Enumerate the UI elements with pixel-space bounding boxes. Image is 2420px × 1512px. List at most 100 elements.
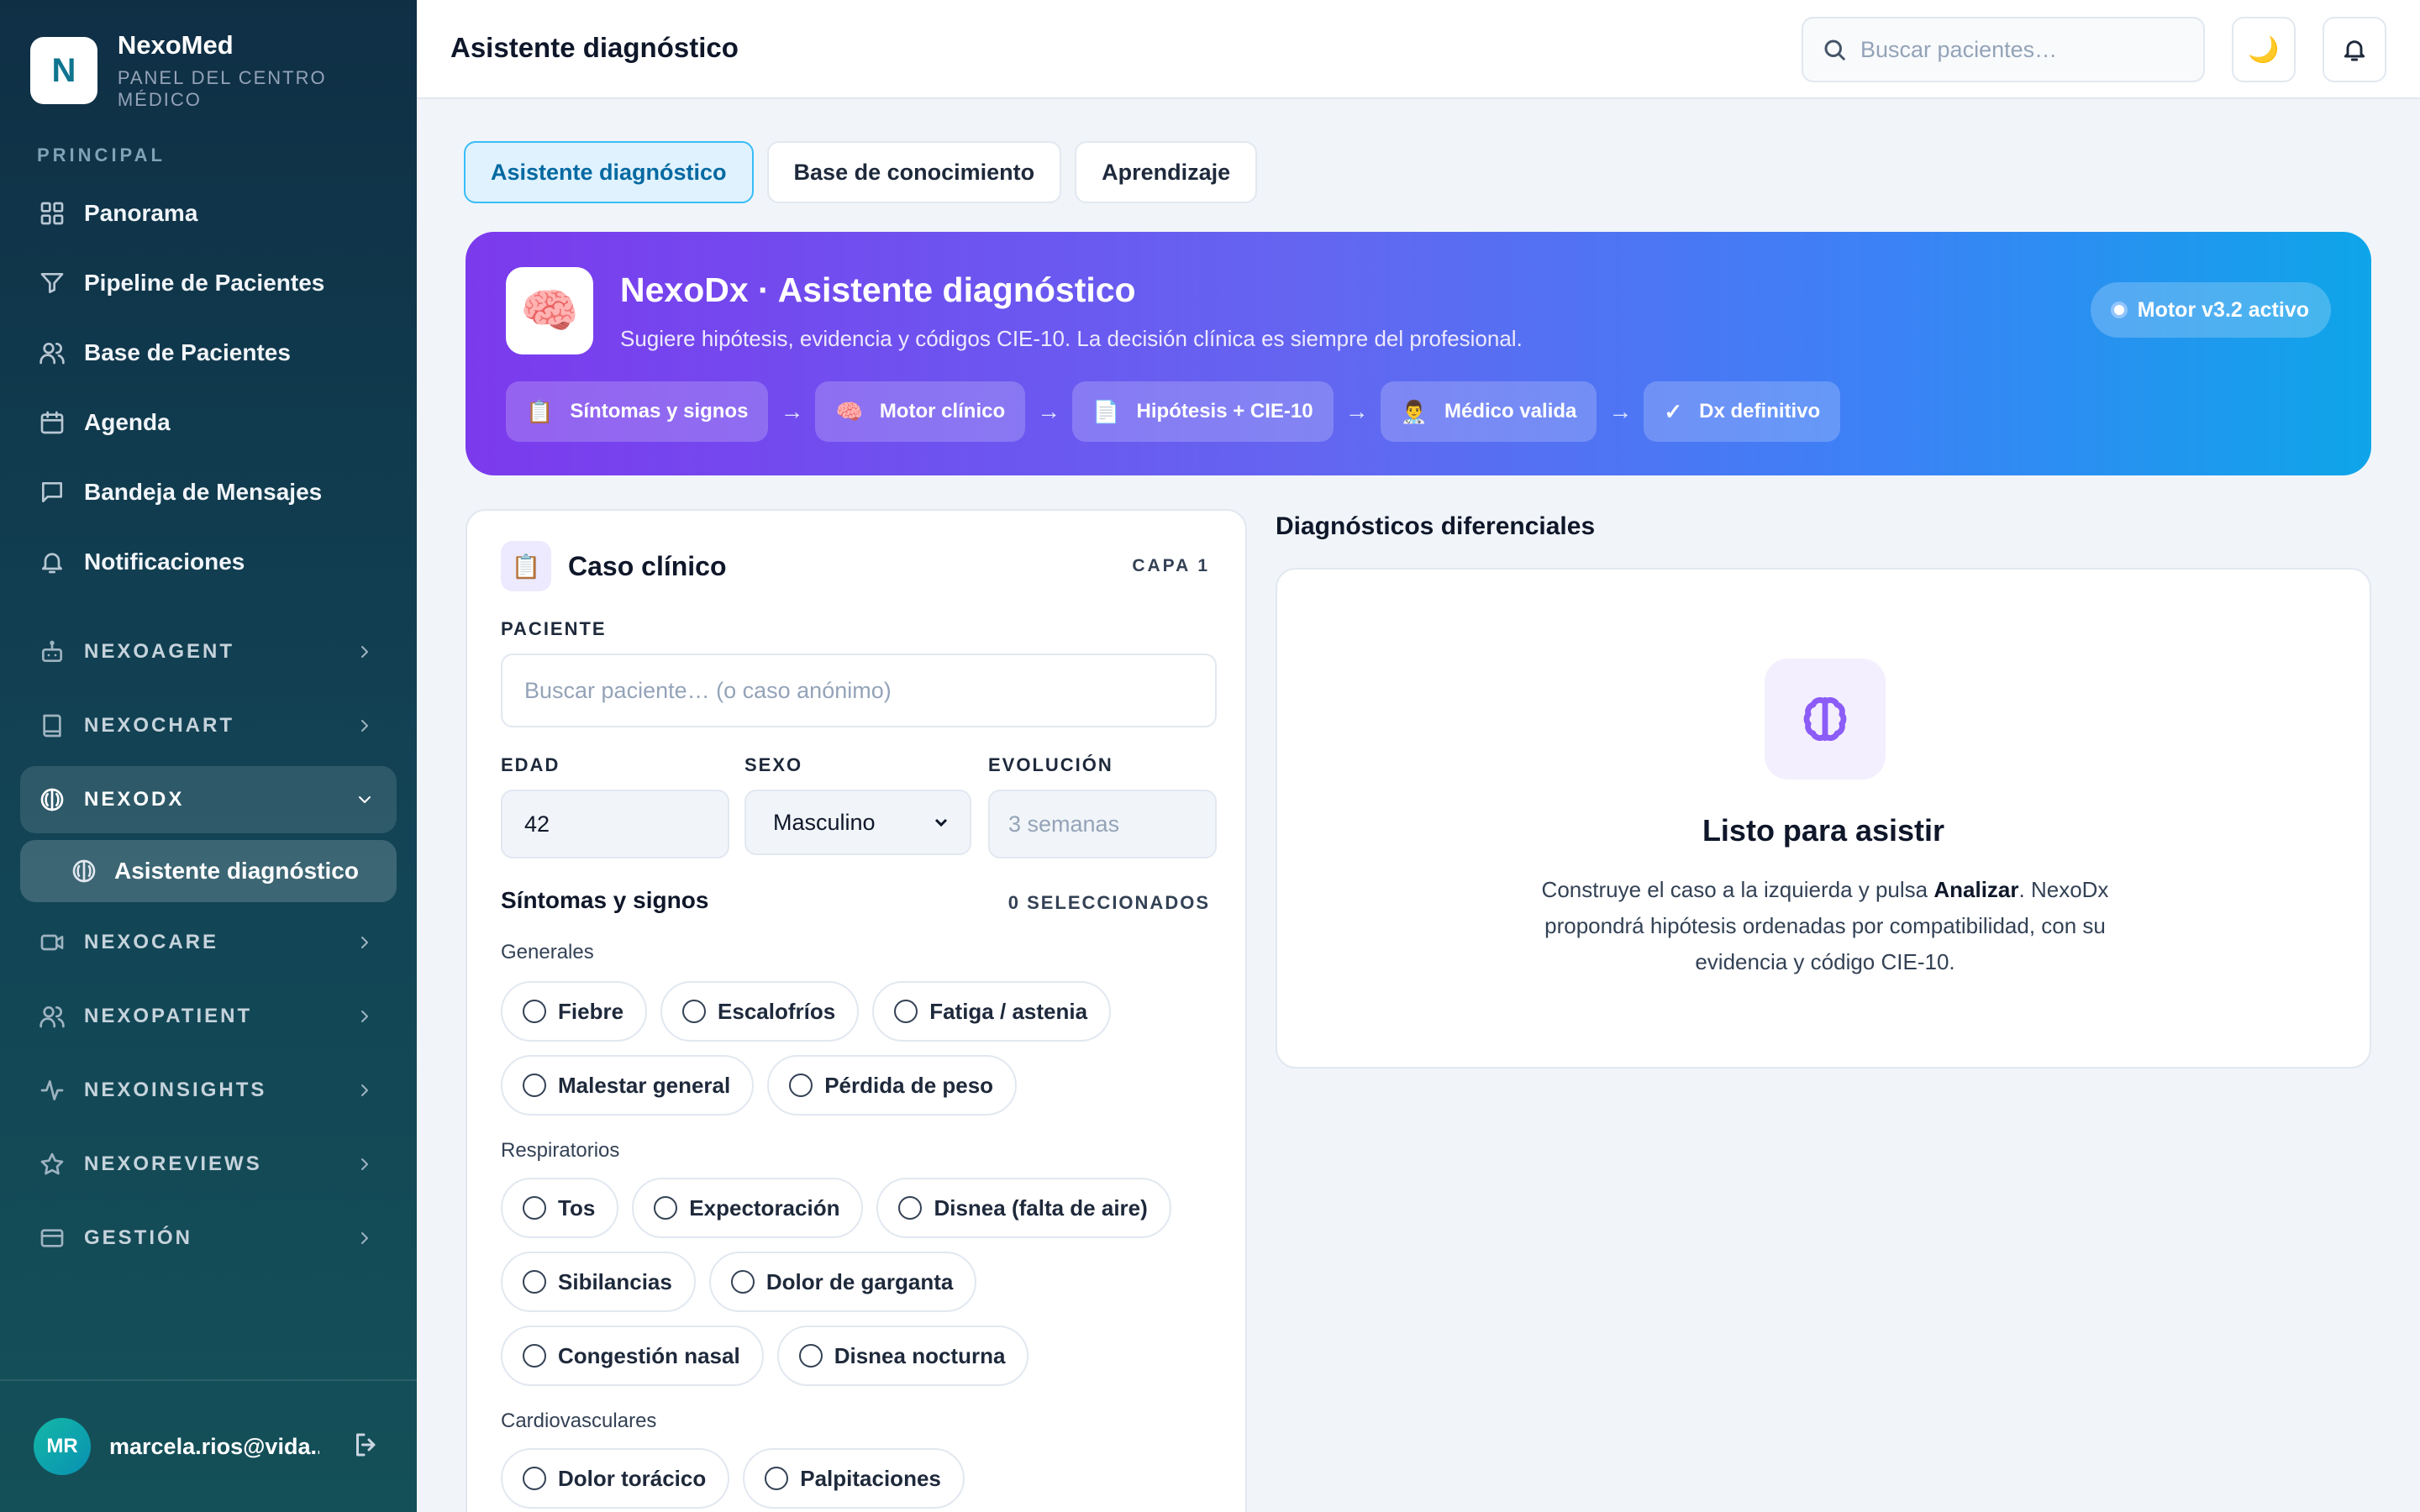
chip-label: Dolor de garganta (765, 1268, 954, 1294)
bell-icon (2344, 40, 2365, 61)
check-icon: ✓ (1664, 398, 1683, 424)
page-title: Asistente diagnóstico (450, 32, 739, 63)
sidebar-group-label: NEXOCARE (84, 931, 219, 953)
radio-icon (654, 1196, 678, 1220)
doctor-icon: 👨‍⚕️ (1400, 398, 1428, 424)
flow-step-hipotesis: 📄 Hipótesis + CIE-10 (1072, 381, 1334, 442)
sidebar-item-base-pacientes[interactable]: Base de Pacientes (20, 319, 397, 386)
sidebar-item-agenda[interactable]: Agenda (20, 389, 397, 456)
avatar[interactable]: MR (34, 1418, 91, 1475)
sidebar-item-mensajes[interactable]: Bandeja de Mensajes (20, 459, 397, 526)
sidebar-group-label: NEXODX (84, 788, 185, 811)
sidebar-group-label: NEXOPATIENT (84, 1005, 253, 1027)
symptom-chip[interactable]: Disnea (falta de aire) (876, 1178, 1171, 1238)
sidebar-group-nexoinsights[interactable]: NEXOINSIGHTS (20, 1057, 397, 1124)
symptom-chip[interactable]: Palpitaciones (743, 1448, 965, 1509)
chip-label: Malestar general (558, 1072, 731, 1098)
symptom-chip[interactable]: Expectoración (632, 1178, 864, 1238)
chips-generales: Fiebre Escalofríos Fatiga / astenia Male… (501, 981, 1223, 1116)
symptom-chip[interactable]: Sibilancias (501, 1252, 696, 1312)
tab-asistente[interactable]: Asistente diagnóstico (464, 141, 754, 203)
radio-icon (523, 1196, 546, 1220)
flow-step-label: Síntomas y signos (570, 400, 749, 423)
sidebar-nav: Panorama Pipeline de Pacientes Base de P… (20, 180, 397, 598)
notifications-button[interactable] (2323, 17, 2386, 82)
grid-icon (37, 198, 67, 228)
logout-button[interactable] (351, 1430, 385, 1463)
symptom-chip[interactable]: Dolor torácico (501, 1448, 730, 1509)
symptom-chip[interactable]: Pérdida de peso (767, 1055, 1018, 1116)
radio-icon (730, 1270, 755, 1294)
flow-step-dx: ✓ Dx definitivo (1644, 381, 1841, 442)
sidebar-group-label: GESTIÓN (84, 1226, 193, 1249)
sidebar-item-label: Bandeja de Mensajes (84, 479, 323, 505)
logout-icon (356, 1433, 376, 1457)
filter-icon (37, 268, 67, 298)
patient-search-input[interactable] (501, 654, 1217, 727)
evolution-input[interactable] (988, 790, 1217, 858)
symptom-chip[interactable]: Dolor de garganta (708, 1252, 977, 1312)
flow-step-label: Motor clínico (879, 400, 1006, 423)
diagnoses-empty-state: Listo para asistir Construye el caso a l… (1276, 568, 2371, 1068)
sex-label: SEXO (744, 754, 803, 775)
radio-icon (523, 1074, 546, 1097)
sidebar-item-notificaciones[interactable]: Notificaciones (20, 528, 397, 596)
tab-aprendizaje[interactable]: Aprendizaje (1075, 141, 1258, 203)
chip-label: Fatiga / astenia (929, 998, 1088, 1024)
sidebar-item-label: Agenda (84, 409, 171, 435)
radio-icon (523, 1270, 546, 1294)
symptom-chip[interactable]: Fiebre (501, 981, 648, 1042)
symptom-chip[interactable]: Congestión nasal (501, 1326, 764, 1386)
radio-icon (898, 1196, 923, 1220)
flow-step-label: Médico valida (1444, 400, 1577, 423)
theme-toggle-button[interactable]: 🌙 (2232, 17, 2296, 82)
ready-text-bold: Analizar (1933, 877, 2019, 902)
symptom-chip[interactable]: Escalofríos (660, 981, 860, 1042)
chevron-right-icon (361, 1158, 368, 1170)
sidebar-group-nexopatient[interactable]: NEXOPATIENT (20, 983, 397, 1050)
sidebar-group-nexocare[interactable]: NEXOCARE (20, 909, 397, 976)
chevron-right-icon (361, 937, 368, 948)
brand-name: NexoMed (117, 30, 234, 60)
chevron-down-icon (359, 796, 371, 803)
sidebar-group-gestion[interactable]: GESTIÓN (20, 1205, 397, 1272)
differential-diagnoses-title: Diagnósticos diferenciales (1276, 512, 1596, 540)
users-icon (37, 338, 67, 368)
search-input[interactable] (1860, 36, 2196, 63)
sidebar-group-nexoagent[interactable]: NEXOAGENT (20, 618, 397, 685)
tab-base-conocimiento[interactable]: Base de conocimiento (766, 141, 1062, 203)
brand[interactable]: N NexoMed PANEL DEL CENTRO MÉDICO (30, 30, 417, 111)
flow-step-label: Dx definitivo (1699, 400, 1821, 423)
sidebar-group-label: NEXOAGENT (84, 640, 235, 663)
brain-icon (72, 859, 96, 883)
arrow-right-icon: → (1344, 398, 1369, 424)
arrow-right-icon: → (1037, 398, 1061, 424)
sidebar-group-nexoreviews[interactable]: NEXOREVIEWS (20, 1131, 397, 1198)
chip-label: Congestión nasal (558, 1342, 740, 1368)
ready-title: Listo para asistir (1702, 813, 1945, 848)
sidebar-item-pipeline[interactable]: Pipeline de Pacientes (20, 249, 397, 317)
chip-label: Tos (558, 1194, 596, 1221)
sidebar-group-label: NEXOINSIGHTS (84, 1079, 267, 1101)
sidebar-item-label: Panorama (84, 200, 198, 226)
sidebar-group-nexodx[interactable]: NEXODX (20, 766, 397, 833)
sidebar-item-panorama[interactable]: Panorama (20, 180, 397, 247)
sex-select[interactable]: Masculino (744, 790, 971, 855)
sidebar-group-nexochart[interactable]: NEXOCHART (20, 692, 397, 759)
symptom-chip[interactable]: Fatiga / astenia (872, 981, 1112, 1042)
symptom-chip[interactable]: Malestar general (501, 1055, 755, 1116)
ready-description: Construye el caso a la izquierda y pulsa… (1512, 872, 2138, 980)
chip-label: Pérdida de peso (824, 1072, 994, 1098)
radio-icon (894, 1000, 918, 1023)
chevron-down-icon (934, 818, 948, 827)
moon-icon: 🌙 (2248, 35, 2280, 64)
age-input[interactable] (501, 790, 729, 858)
sidebar-subitem-asistente[interactable]: Asistente diagnóstico (20, 840, 397, 902)
chips-respiratorios: Tos Expectoración Disnea (falta de aire)… (501, 1178, 1223, 1386)
evolution-label: EVOLUCIÓN (988, 754, 1113, 775)
sidebar-item-label: Notificaciones (84, 549, 245, 575)
symptom-chip[interactable]: Disnea nocturna (776, 1326, 1029, 1386)
symptom-chip[interactable]: Tos (501, 1178, 619, 1238)
category-label-generales: Generales (501, 941, 594, 963)
search-box[interactable] (1802, 17, 2205, 82)
